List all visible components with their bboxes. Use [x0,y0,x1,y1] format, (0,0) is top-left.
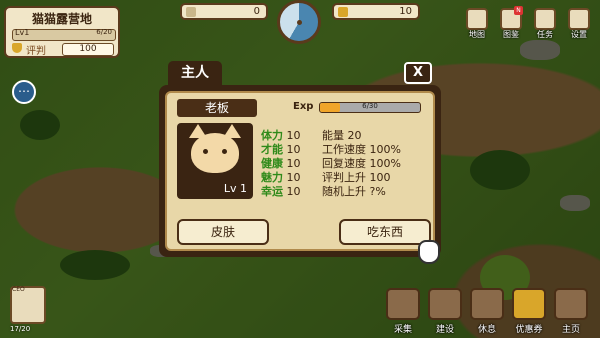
resource-left: 0 [180,3,268,20]
stat-row: 工作速度 100% [322,143,401,156]
stat-label: 健康 [261,157,283,170]
camp-info-panel: 猫猫露营地 Lv1 6/20 评判 100 [4,6,120,58]
coupon-button[interactable] [512,288,546,320]
gather-button[interactable] [386,288,420,320]
cat-eye [203,149,208,154]
ceo-portrait-button[interactable]: CEO [10,286,46,324]
stat-row: 评判上升 100 [322,171,391,184]
settings-button[interactable] [568,8,590,30]
stat-value: 10 [286,171,301,184]
camp-reputation: 评判 100 [12,43,114,57]
dialog-body: 老板 Exp 6/30 Lv 1 体力 10 才能 10 健康 10 魅力 10… [165,91,435,251]
cat-ear [189,124,207,138]
ceo-tag: CEO [12,286,25,293]
dialog-title: 主人 [168,61,222,85]
pointing-hand-icon [418,240,440,264]
stat-row: 随机上升 ?% [322,185,386,198]
stat-row: 体力 10 [261,129,301,142]
stat-label: 随机上升 [322,185,366,198]
reputation-label: 评判 [26,46,46,57]
stat-label: 能量 [322,129,344,142]
camp-name: 猫猫露营地 [31,12,92,26]
stat-row: 能量 20 [322,129,362,142]
exp-label: Exp [293,101,314,112]
encyclopedia-label: 图鉴 [503,30,519,39]
owner-dialog: 老板 Exp 6/30 Lv 1 体力 10 才能 10 健康 10 魅力 10… [159,85,441,257]
resource-left-value: 0 [253,6,260,17]
stat-value: 10 [286,185,301,198]
cat-eye [222,149,227,154]
stat-row: 魅力 10 [261,171,301,184]
chat-button[interactable]: ⋯ [12,80,36,104]
stat-label: 幸运 [261,185,283,198]
gather-label: 采集 [393,325,412,335]
camp-level: Lv1 [15,28,30,37]
build-label: 建设 [435,325,454,335]
portrait-level: Lv 1 [223,182,247,195]
stat-row: 健康 10 [261,157,301,170]
map-button[interactable] [466,8,488,30]
camp-level-progress: 6/20 [96,28,112,36]
stat-value: 10 [286,143,301,156]
stat-label: 工作速度 [322,143,366,156]
crown-icon [338,7,348,17]
day-clock [277,0,321,44]
exp-bar: 6/30 [319,102,421,113]
stat-value: 10 [286,157,301,170]
home-label: 主页 [561,325,580,335]
stat-value: 100 [369,171,391,184]
ceo-count: 17/20 [10,325,31,333]
build-button[interactable] [428,288,462,320]
stat-value: 100% [369,157,401,170]
stat-label: 才能 [261,143,283,156]
trophy-icon [12,43,22,53]
cat-ear [223,124,241,138]
quest-label: 任务 [537,30,553,39]
character-name: 老板 [177,99,257,117]
stat-value: ?% [369,185,386,198]
rest-label: 休息 [477,325,496,335]
stat-value: 20 [347,129,362,142]
resource-right: 10 [332,3,420,20]
home-button[interactable] [554,288,588,320]
map-label: 地图 [469,30,485,39]
encyclopedia-button[interactable]: N [500,6,523,30]
stat-row: 才能 10 [261,143,301,156]
character-portrait: Lv 1 [177,123,253,199]
stat-value: 100% [369,143,401,156]
coupon-label: 优惠券 [515,325,543,335]
stat-label: 评判上升 [322,171,366,184]
camp-level-bar: Lv1 6/20 [12,28,116,41]
stat-row: 回复速度 100% [322,157,401,170]
eat-button[interactable]: 吃东西 [339,219,431,245]
resource-right-value: 10 [399,6,412,17]
settings-label: 设置 [571,30,587,39]
quest-button[interactable] [534,8,556,30]
exp-text: 6/30 [362,102,378,110]
stat-row: 幸运 10 [261,185,301,198]
cat-face-icon [189,124,241,173]
rest-button[interactable] [470,288,504,320]
stat-label: 回复速度 [322,157,366,170]
resource-left-icon [186,7,196,17]
stat-label: 魅力 [261,171,283,184]
close-button[interactable]: X [404,62,432,84]
new-badge: N [514,6,523,15]
skin-button[interactable]: 皮肤 [177,219,269,245]
reputation-value: 100 [62,43,114,56]
stat-value: 10 [286,129,301,142]
chat-icon: ⋯ [18,84,30,98]
stat-label: 体力 [261,129,283,142]
